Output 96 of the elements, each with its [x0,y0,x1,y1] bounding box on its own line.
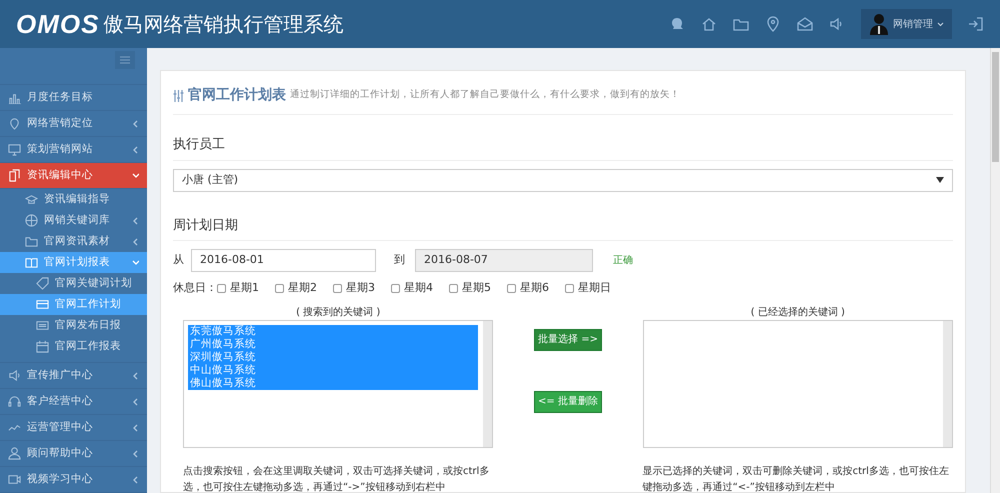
mail-icon[interactable] [797,16,813,32]
checkbox-label: 星期日 [578,280,611,296]
app-title: 傲马网络营销执行管理系统 [103,14,344,34]
sidebar-item[interactable]: 资讯编辑指导 [0,189,147,210]
speaker-icon [8,369,21,382]
sidebar-item[interactable]: 网络营销定位 [0,111,147,137]
remove-button[interactable]: <= 批量删除 [534,390,602,412]
sidebar-item[interactable]: 宣传推广中心 [0,363,147,389]
scrollbar[interactable] [990,48,1000,493]
sidebar-item[interactable]: 官网工作计划 [0,294,147,315]
keyword-option[interactable]: 东莞傲马系统 [188,324,478,338]
menu-icon[interactable] [115,51,135,69]
keyword-list[interactable]: 东莞傲马系统 广州傲马系统 深圳傲马系统 中山傲马系统 佛山傲马系统 [183,320,494,448]
caret-icon [936,177,944,183]
chevron-icon [132,372,139,380]
keyword-option[interactable]: 佛山傲马系统 [188,376,478,390]
monitor-icon [8,143,21,156]
card-icon [36,298,49,311]
bar-chart-icon [8,91,21,104]
checkbox[interactable] [217,284,226,293]
location-icon [8,117,21,130]
chevron-icon [132,450,139,458]
documents-icon [8,169,21,182]
help-text: 显示已选择的关键词，双击可删除关键词，或按ctrl多选，也可按住左键拖动多选，再通过“<-”按钮移动到左栏中 [642,464,950,492]
keyword-option[interactable]: 广州傲马系统 [188,338,478,350]
date-field: 2016-08-07 [415,249,593,272]
caret-icon [937,22,944,26]
chevron-icon [132,172,139,180]
globe-icon [25,214,38,227]
checkbox[interactable] [275,284,284,293]
checkbox-label: 星期2 [288,280,317,296]
checkbox-label: 星期5 [462,280,491,296]
keyword-option[interactable]: 中山傲马系统 [188,364,478,376]
sidebar-item[interactable]: 官网关键词计划 [0,273,147,294]
sidebar-item[interactable]: 官网资讯素材 [0,231,147,252]
chevron-icon [132,424,139,432]
checkbox-label: 星期4 [404,280,433,296]
add-button[interactable]: 批量选择 => [534,328,602,350]
scrollbar[interactable] [943,320,952,446]
chevron-icon [132,146,139,154]
cap-icon [25,193,38,206]
user-icon [8,447,21,460]
video-camera-icon [8,473,21,486]
home-icon[interactable] [701,16,717,32]
page-subtitle: 通过制订详细的工作计划，让所有人都了解自己要做什么，有什么要求，做到有的放矢！ [290,88,680,102]
section-heading: 周计划日期 [173,216,953,241]
headset-icon [8,395,21,408]
checkbox[interactable] [333,284,342,293]
field-label: 休息日： [173,280,217,296]
checkbox-label: 星期6 [520,280,549,296]
sidebar-item[interactable]: 官网计划报表 [0,252,147,273]
sidebar-item[interactable]: 官网发布日报 [0,315,147,336]
logout-icon[interactable] [968,16,984,32]
status-text: 正确 [613,254,633,268]
section-heading: 执行员工 [173,135,953,160]
sidebar-item[interactable]: 视频学习中心 [0,467,147,493]
chevron-icon [132,216,139,224]
sliders-icon [173,90,184,102]
checkbox[interactable] [507,284,516,293]
field-label: 到 [394,252,405,268]
date-field[interactable]: 2016-08-01 [191,249,376,272]
field-label: 从 [173,252,185,268]
chevron-icon [132,398,139,406]
location-icon[interactable] [765,16,781,32]
page-title: 官网工作计划表 [188,86,286,105]
folder-icon [25,235,38,248]
chat-bubble-icon[interactable] [669,16,685,32]
keyword-option[interactable]: 深圳傲马系统 [188,350,478,364]
chevron-icon [132,476,139,484]
list-caption: ( 搜索到的关键词 ) [295,306,382,320]
book-icon [25,256,38,269]
chevron-icon [132,120,139,128]
sidebar-item[interactable]: 运营管理中心 [0,415,147,441]
sidebar-item[interactable]: 顾问帮助中心 [0,441,147,467]
checkbox-label: 星期1 [230,280,259,296]
avatar-icon [869,13,889,35]
checkbox-label: 星期3 [346,280,375,296]
scrollbar[interactable] [483,320,492,446]
sidebar-item[interactable]: 官网工作报表 [0,336,147,357]
user-menu[interactable]: 网销管理 [861,9,952,39]
keyboard-icon [36,319,49,332]
chevron-icon [132,258,139,266]
sidebar-item[interactable]: 资讯编辑中心 [0,163,147,189]
calendar-icon [36,340,49,353]
help-text: 点击搜索按钮，会在这里调取关键词，双击可选择关键词，或按ctrl多选，也可按住左键拖动多选，再通过“->”按钮移动到右栏中 [183,464,490,492]
sidebar-item[interactable]: 网销关键词库 [0,210,147,231]
chevron-icon [132,238,139,246]
logo: OMOS [16,11,100,37]
sidebar-item[interactable]: 月度任务目标 [0,85,147,111]
sidebar-item[interactable]: 客户经营中心 [0,389,147,415]
staff-select[interactable]: 小唐 (主管) [173,168,953,192]
checkbox[interactable] [449,284,458,293]
checkbox[interactable] [391,284,400,293]
tag-icon [36,277,49,290]
list-caption: ( 已经选择的关键词 ) [750,306,846,320]
checkbox[interactable] [565,284,574,293]
